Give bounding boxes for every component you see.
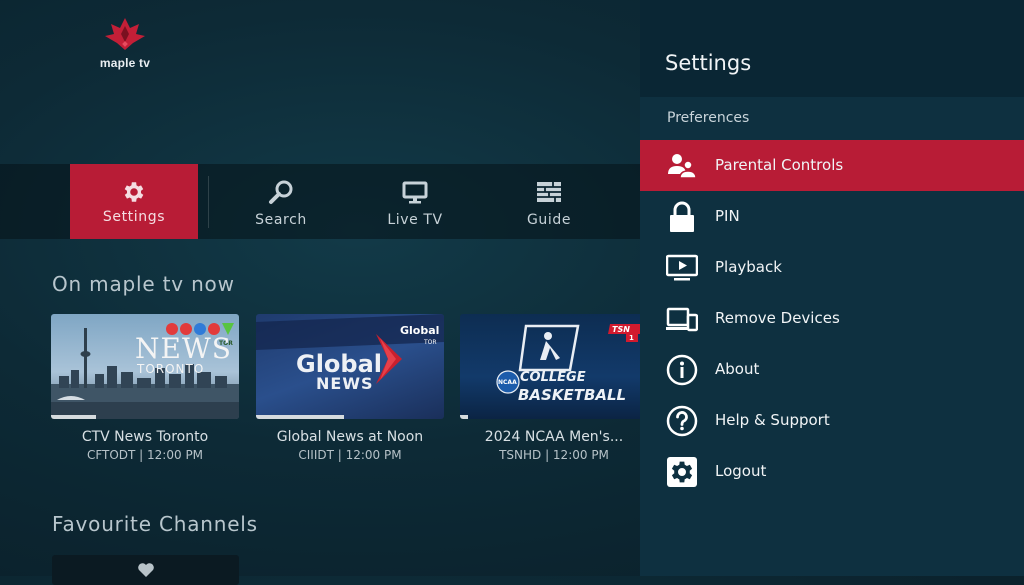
watch-progress [51, 415, 97, 419]
thumb-place: TORONTO [137, 362, 205, 376]
menu-item-label: Help & Support [715, 411, 830, 429]
nav-guide[interactable]: Guide [490, 164, 608, 239]
thumb-headline-2: NEWS [316, 374, 374, 393]
playback-icon [666, 254, 698, 281]
program-title: Global News at Noon [276, 429, 424, 445]
section-title-now: On maple tv now [52, 272, 235, 296]
logo-text: maple tv [99, 56, 151, 70]
nav-guide-label: Guide [526, 212, 572, 228]
program-thumbnail: Global TOR Global NEWS [256, 314, 444, 419]
settings-panel-title: Settings [665, 51, 752, 75]
guide-grid-icon [537, 182, 561, 202]
menu-item-label: Remove Devices [715, 309, 840, 327]
menu-item-playback[interactable]: Playback [640, 242, 1024, 293]
main-nav: Settings Search Live TV Guide [0, 164, 640, 239]
nav-settings[interactable]: Settings [70, 164, 198, 239]
lock-icon [670, 201, 694, 232]
nav-search[interactable]: Search [222, 164, 340, 239]
menu-item-help-support[interactable]: Help & Support [640, 395, 1024, 446]
settings-panel: Settings Preferences Parental Controls P… [640, 0, 1024, 576]
program-card[interactable]: TOR NEWS TORONTO CTV News Toronto CFTODT… [51, 314, 239, 462]
thumb-tag: TOR [424, 339, 437, 346]
nav-live-tv-label: Live TV [387, 212, 443, 228]
preferences-heading: Preferences [667, 110, 750, 126]
thumb-num: 1 [629, 334, 634, 342]
info-icon [666, 354, 698, 386]
settings-panel-header: Settings [640, 0, 1024, 97]
menu-item-logout[interactable]: Logout [640, 446, 1024, 497]
favourite-channel-card[interactable] [52, 555, 239, 585]
devices-icon [666, 307, 698, 332]
menu-item-label: Parental Controls [715, 156, 844, 174]
menu-item-parental-controls[interactable]: Parental Controls [640, 140, 1024, 191]
maple-tv-logo: maple tv [96, 16, 154, 70]
thumb-brand: Global [400, 324, 440, 337]
menu-item-remove-devices[interactable]: Remove Devices [640, 293, 1024, 344]
program-channel-time: CFTODT | 12:00 PM [86, 448, 204, 462]
menu-item-label: PIN [715, 207, 740, 225]
menu-item-label: About [715, 360, 760, 378]
thumb-line-2: BASKETBALL [518, 386, 627, 404]
menu-item-pin[interactable]: PIN [640, 191, 1024, 242]
nav-search-label: Search [255, 212, 307, 228]
thumb-brand: TSN [612, 325, 630, 334]
thumb-headline: NEWS [135, 332, 232, 365]
gear-icon [124, 182, 144, 202]
program-thumbnail: NCAA TSN 1 COLLEGE BASKETBALL [460, 314, 648, 419]
thumb-line-1: COLLEGE [520, 370, 586, 385]
watch-progress [460, 415, 468, 419]
program-thumbnail: TOR NEWS TORONTO [51, 314, 239, 419]
maple-leaf-icon [105, 18, 145, 50]
menu-item-about[interactable]: About [640, 344, 1024, 395]
menu-item-label: Logout [715, 462, 767, 480]
help-icon [666, 405, 698, 437]
program-card[interactable]: Global TOR Global NEWS Global News at No… [256, 314, 444, 462]
program-card[interactable]: NCAA TSN 1 COLLEGE BASKETBALL 2024 NCAA … [460, 314, 648, 462]
search-icon [269, 180, 293, 204]
program-channel-time: TSNHD | 12:00 PM [499, 448, 609, 462]
thumb-badge: NCAA [498, 379, 517, 386]
program-title: CTV News Toronto [81, 429, 209, 445]
tv-icon [402, 181, 428, 204]
parental-icon [668, 154, 697, 179]
gear-icon [667, 457, 697, 487]
nav-settings-label: Settings [102, 209, 166, 225]
nav-divider [208, 176, 209, 228]
watch-progress [256, 415, 345, 419]
nav-live-tv[interactable]: Live TV [356, 164, 474, 239]
program-title: 2024 NCAA Men's... [484, 429, 624, 445]
program-channel-time: CIIIDT | 12:00 PM [298, 448, 402, 462]
menu-item-label: Playback [715, 258, 782, 276]
section-title-favourites: Favourite Channels [52, 512, 258, 536]
